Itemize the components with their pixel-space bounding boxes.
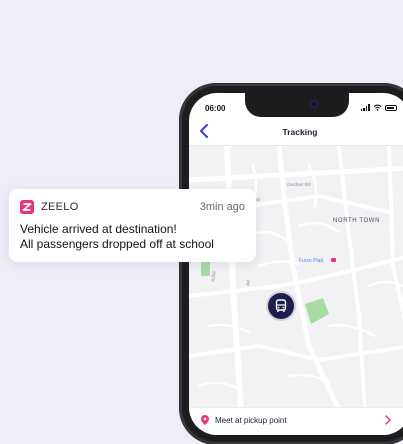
notification-body: All passengers dropped off at school: [20, 237, 214, 251]
map-label-furze-platt: Furze Platt: [299, 258, 324, 264]
chevron-right-icon[interactable]: [385, 415, 391, 425]
status-icons: [360, 104, 397, 111]
bottom-sheet[interactable]: Meet at pickup point: [189, 407, 403, 435]
notification-app-name: ZEELO: [41, 201, 79, 213]
tracking-map[interactable]: Furze Platt Senior School Gardner Rd A30…: [189, 146, 403, 410]
battery-icon: [385, 104, 397, 111]
map-streets: Furze Platt Senior School Gardner Rd A30…: [189, 146, 403, 410]
notification-time: 3min ago: [199, 201, 245, 213]
signal-icon: [360, 104, 370, 111]
map-pin-icon: [201, 415, 209, 425]
status-time: 06:00: [205, 104, 226, 113]
page-title: Tracking: [282, 127, 318, 137]
map-label-north-town: NORTH TOWN: [333, 218, 380, 224]
nav-bar: Tracking: [189, 119, 403, 146]
bus-icon: [275, 299, 287, 312]
wifi-icon: [373, 104, 382, 111]
phone-mockup: 06:00 Tracking Gardner Rd A308 A4 NORTH …: [180, 84, 403, 444]
camera-icon: [311, 101, 317, 107]
notification-title: Vehicle arrived at destination!: [20, 222, 177, 236]
pickup-label: Meet at pickup point: [215, 416, 287, 425]
push-notification[interactable]: ZEELO 3min ago Vehicle arrived at destin…: [9, 189, 256, 262]
phone-screen: 06:00 Tracking Gardner Rd A308 A4 NORTH …: [189, 93, 403, 435]
map-label-gardner: Gardner Rd: [287, 182, 311, 187]
zeelo-logo-icon: [20, 200, 34, 214]
phone-notch: [245, 93, 349, 117]
map-label-a308: A308: [210, 270, 217, 282]
bus-marker[interactable]: [268, 293, 294, 319]
map-label-a4: A4: [245, 279, 251, 286]
